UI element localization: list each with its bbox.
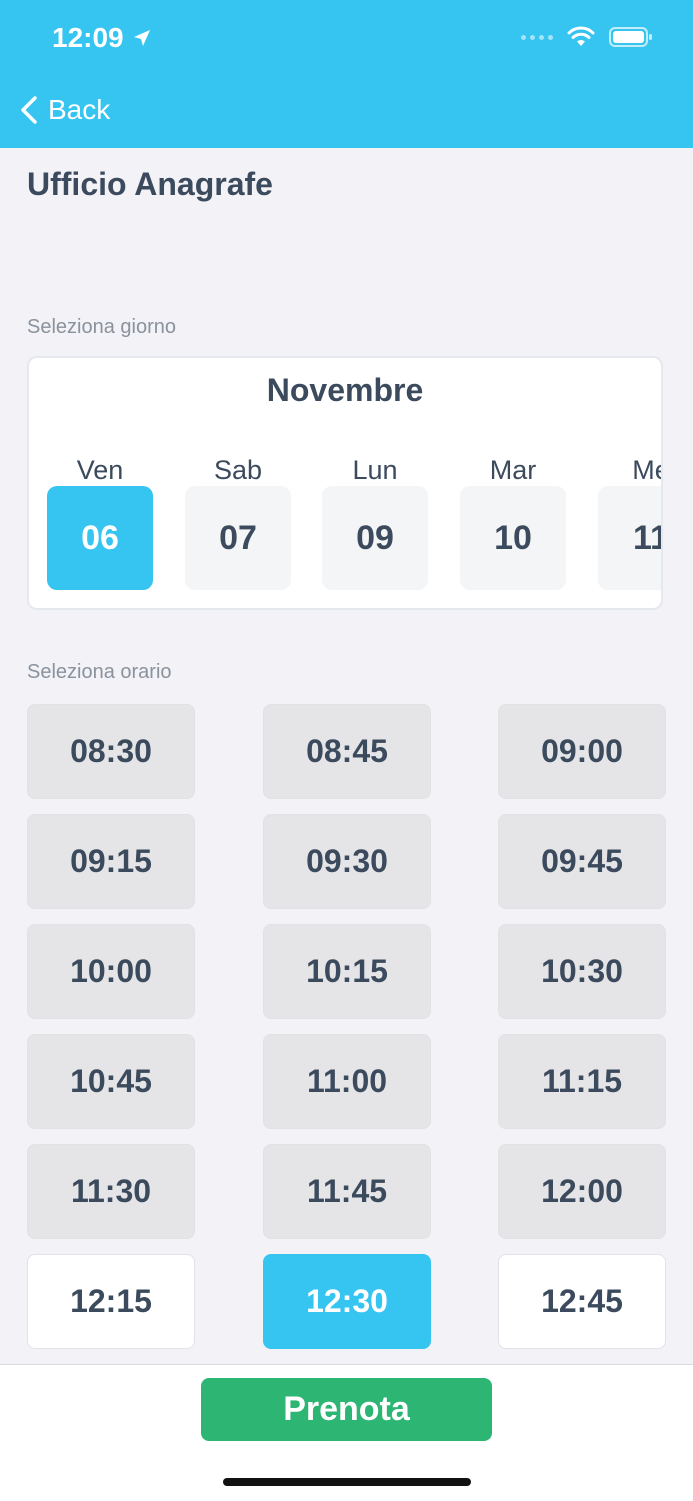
day-weekday: Lun bbox=[352, 455, 398, 485]
book-button[interactable]: Prenota bbox=[201, 1378, 492, 1441]
time-slot[interactable]: 10:15 bbox=[263, 924, 431, 1019]
battery-icon bbox=[609, 27, 652, 47]
page-title: Ufficio Anagrafe bbox=[27, 166, 273, 202]
day-date: 07 bbox=[185, 486, 291, 590]
time-slot[interactable]: 11:30 bbox=[27, 1144, 195, 1239]
time-slot[interactable]: 09:45 bbox=[498, 814, 666, 909]
home-indicator[interactable] bbox=[223, 1478, 471, 1486]
day-option[interactable]: Sab 07 bbox=[185, 454, 291, 590]
day-option[interactable]: Me 11 bbox=[598, 454, 661, 590]
signal-icon bbox=[521, 34, 553, 40]
chevron-left-icon bbox=[21, 96, 37, 124]
day-date: 11 bbox=[598, 486, 661, 590]
day-picker: Novembre Ven 06 Sab 07 Lun 09 Mar 10 Me … bbox=[27, 356, 663, 610]
time-slot[interactable]: 12:30 bbox=[263, 1254, 431, 1349]
day-section-label: Seleziona giorno bbox=[27, 316, 176, 338]
time-slot[interactable]: 08:45 bbox=[263, 704, 431, 799]
time-slot[interactable]: 10:00 bbox=[27, 924, 195, 1019]
status-time-text: 12:09 bbox=[52, 22, 124, 53]
back-button[interactable]: Back bbox=[20, 94, 110, 126]
time-slot[interactable]: 08:30 bbox=[27, 704, 195, 799]
time-slot[interactable]: 11:00 bbox=[263, 1034, 431, 1129]
wifi-icon bbox=[567, 26, 595, 46]
day-date: 06 bbox=[47, 486, 153, 590]
day-weekday: Me bbox=[632, 455, 661, 485]
day-weekday: Ven bbox=[76, 455, 124, 485]
time-slot[interactable]: 10:45 bbox=[27, 1034, 195, 1129]
top-bar: 12:09 Back bbox=[0, 0, 693, 148]
day-date: 09 bbox=[322, 486, 428, 590]
time-slot[interactable]: 12:15 bbox=[27, 1254, 195, 1349]
day-weekday: Mar bbox=[489, 455, 537, 485]
status-time: 12:09 bbox=[52, 22, 152, 54]
time-slot[interactable]: 11:45 bbox=[263, 1144, 431, 1239]
time-slot[interactable]: 09:15 bbox=[27, 814, 195, 909]
time-slot[interactable]: 09:00 bbox=[498, 704, 666, 799]
back-label: Back bbox=[48, 94, 111, 125]
day-date: 10 bbox=[460, 486, 566, 590]
month-label: Novembre bbox=[266, 372, 424, 408]
time-section-label: Seleziona orario bbox=[27, 661, 172, 683]
time-slot[interactable]: 11:15 bbox=[498, 1034, 666, 1129]
time-slot[interactable]: 09:30 bbox=[263, 814, 431, 909]
day-option[interactable]: Ven 06 bbox=[47, 454, 153, 590]
day-weekday: Sab bbox=[213, 455, 263, 485]
day-option[interactable]: Mar 10 bbox=[460, 454, 566, 590]
day-option[interactable]: Lun 09 bbox=[322, 454, 428, 590]
time-slot[interactable]: 12:00 bbox=[498, 1144, 666, 1239]
time-slot[interactable]: 12:45 bbox=[498, 1254, 666, 1349]
status-indicators bbox=[521, 26, 653, 48]
time-slot[interactable]: 10:30 bbox=[498, 924, 666, 1019]
location-arrow-icon bbox=[133, 30, 150, 46]
